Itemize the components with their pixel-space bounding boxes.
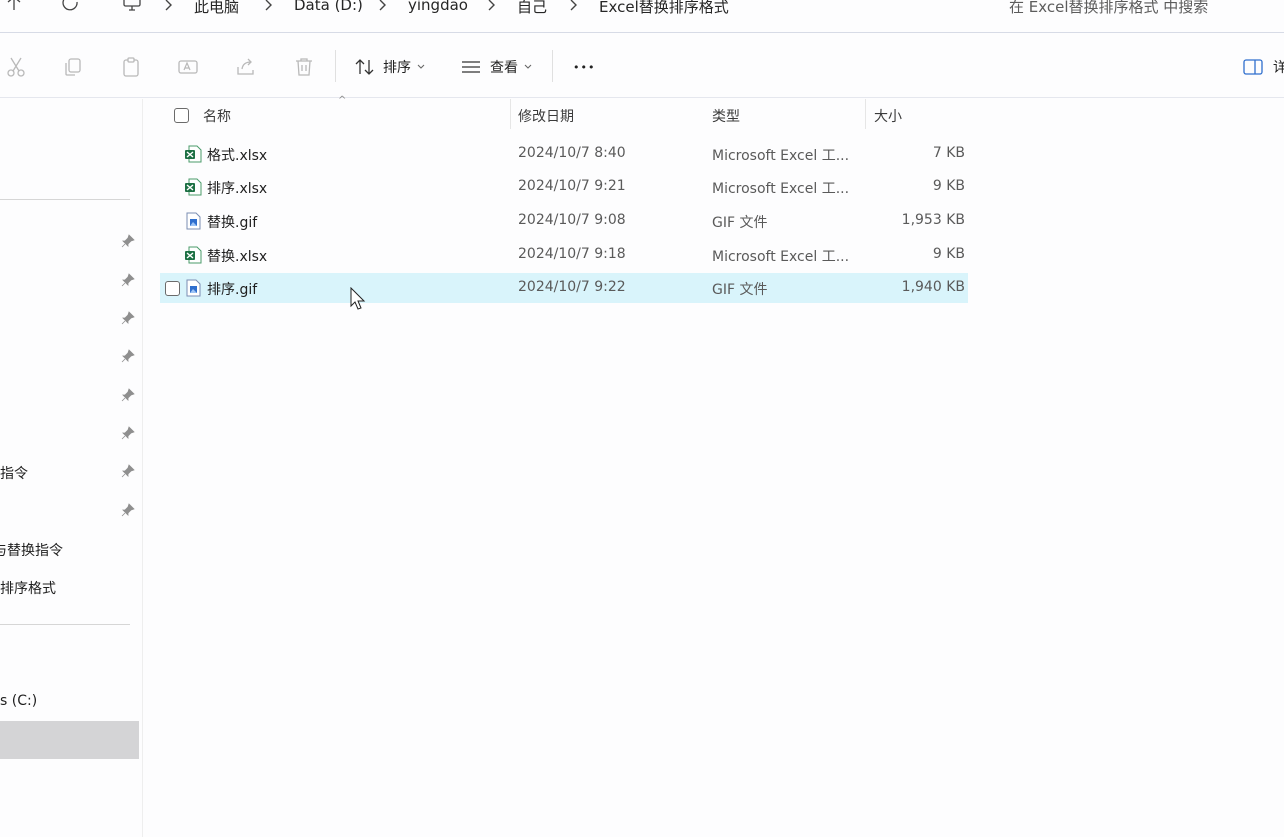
sidebar-item-label[interactable]: 与替换指令 [0,540,63,560]
file-name: 排序.gif [207,282,258,298]
chevron-down-icon [524,64,532,69]
file-row-hovered[interactable]: 排序.gif 2024/10/7 9:22 GIF 文件 1,940 KB [160,273,968,303]
excel-file-icon [185,246,202,264]
pin-icon [121,234,135,248]
breadcrumb-chevron-icon [488,0,495,11]
file-size: 9 KB [932,246,965,262]
row-checkbox[interactable] [165,281,180,296]
column-header-type[interactable]: 类型 [712,106,740,126]
gif-file-icon [186,279,201,297]
up-arrow-icon[interactable] [6,0,22,11]
view-button[interactable]: 查看 [461,52,532,82]
chevron-down-icon [417,64,425,69]
delete-icon[interactable] [293,56,315,78]
breadcrumb-ziji[interactable]: 自己 [517,0,547,17]
column-header-name[interactable]: 名称 [203,106,231,126]
file-name: 替换.xlsx [207,249,268,265]
address-bar: 此电脑 Data (D:) yingdao 自己 Excel替换排序格式 在 E… [0,0,1284,33]
excel-file-icon [185,145,202,163]
gif-file-icon [186,212,201,230]
file-size: 9 KB [932,178,965,194]
more-options-button[interactable]: ••• [573,52,595,82]
sidebar-divider [0,199,130,200]
this-pc-icon[interactable] [122,0,142,12]
select-all-checkbox[interactable] [174,108,189,123]
file-date: 2024/10/7 9:18 [518,246,626,262]
pin-icon [121,426,135,440]
toolbar-separator [335,50,336,82]
sort-indicator-icon: ^ [338,95,347,106]
command-bar: 排序 查看 ••• 详 [0,34,1284,98]
file-row[interactable]: 排序.xlsx 2024/10/7 9:21 Microsoft Excel 工… [160,172,968,202]
mouse-cursor-icon [350,287,366,310]
pin-icon [121,388,135,402]
pane-splitter[interactable] [142,99,143,837]
sidebar-divider [0,624,130,625]
file-row[interactable]: 替换.gif 2024/10/7 9:08 GIF 文件 1,953 KB [160,206,968,236]
details-pane-icon [1243,59,1263,75]
file-size: 1,953 KB [901,212,965,228]
details-pane-button[interactable]: 详 [1243,52,1284,82]
breadcrumb-data-drive[interactable]: Data (D:) [294,0,363,14]
file-name: 格式.xlsx [207,148,268,164]
column-separator[interactable] [865,99,866,129]
refresh-icon[interactable] [62,0,80,12]
file-size: 1,940 KB [901,279,965,295]
file-name: 排序.xlsx [207,181,268,197]
file-name: 替换.gif [207,215,258,231]
file-date: 2024/10/7 8:40 [518,145,626,161]
sidebar-item-selected[interactable] [0,721,139,759]
share-icon[interactable] [235,56,257,78]
pin-icon [121,349,135,363]
sidebar-item-label[interactable]: 排序格式 [0,578,56,598]
column-header-date[interactable]: 修改日期 [518,106,574,126]
view-list-icon [462,61,480,73]
file-date: 2024/10/7 9:08 [518,212,626,228]
file-date: 2024/10/7 9:22 [518,279,626,295]
pin-icon [121,311,135,325]
breadcrumb-this-pc[interactable]: 此电脑 [194,0,239,17]
file-type: GIF 文件 [712,282,768,298]
paste-icon[interactable] [120,56,142,78]
column-header-size[interactable]: 大小 [874,106,902,126]
sort-button[interactable]: 排序 [354,52,425,82]
breadcrumb-chevron-icon [265,0,272,11]
toolbar-separator [552,50,553,82]
details-label: 详 [1273,60,1284,76]
file-size: 7 KB [932,145,965,161]
file-row[interactable]: 替换.xlsx 2024/10/7 9:18 Microsoft Excel 工… [160,240,968,270]
sidebar-item-label[interactable]: 指令 [0,463,28,483]
rename-icon[interactable] [177,56,199,78]
search-input[interactable]: 在 Excel替换排序格式 中搜索 [1009,0,1208,17]
breadcrumb-chevron-icon [570,0,577,11]
file-type: Microsoft Excel 工... [712,181,850,197]
file-type: Microsoft Excel 工... [712,148,850,164]
breadcrumb-current-folder[interactable]: Excel替换排序格式 [599,0,729,17]
sort-icon [355,59,374,75]
navigation-pane: 指令 与替换指令 排序格式 s (C:) [0,99,140,837]
file-type: Microsoft Excel 工... [712,249,850,265]
pin-icon [121,464,135,478]
sort-label: 排序 [383,60,411,76]
copy-icon[interactable] [62,56,84,78]
file-type: GIF 文件 [712,215,768,231]
pin-icon [121,273,135,287]
view-label: 查看 [490,60,518,76]
column-header-row: ^ 名称 修改日期 类型 大小 [160,95,1284,133]
breadcrumb-yingdao[interactable]: yingdao [408,0,468,14]
pin-icon [121,503,135,517]
breadcrumb-chevron-icon [379,0,386,11]
sidebar-item-drive-c[interactable]: s (C:) [0,693,37,709]
file-date: 2024/10/7 9:21 [518,178,626,194]
file-row[interactable]: 格式.xlsx 2024/10/7 8:40 Microsoft Excel 工… [160,139,968,169]
cut-icon[interactable] [5,56,27,78]
excel-file-icon [185,178,202,196]
column-separator[interactable] [510,99,511,129]
breadcrumb-chevron-icon [165,0,172,11]
